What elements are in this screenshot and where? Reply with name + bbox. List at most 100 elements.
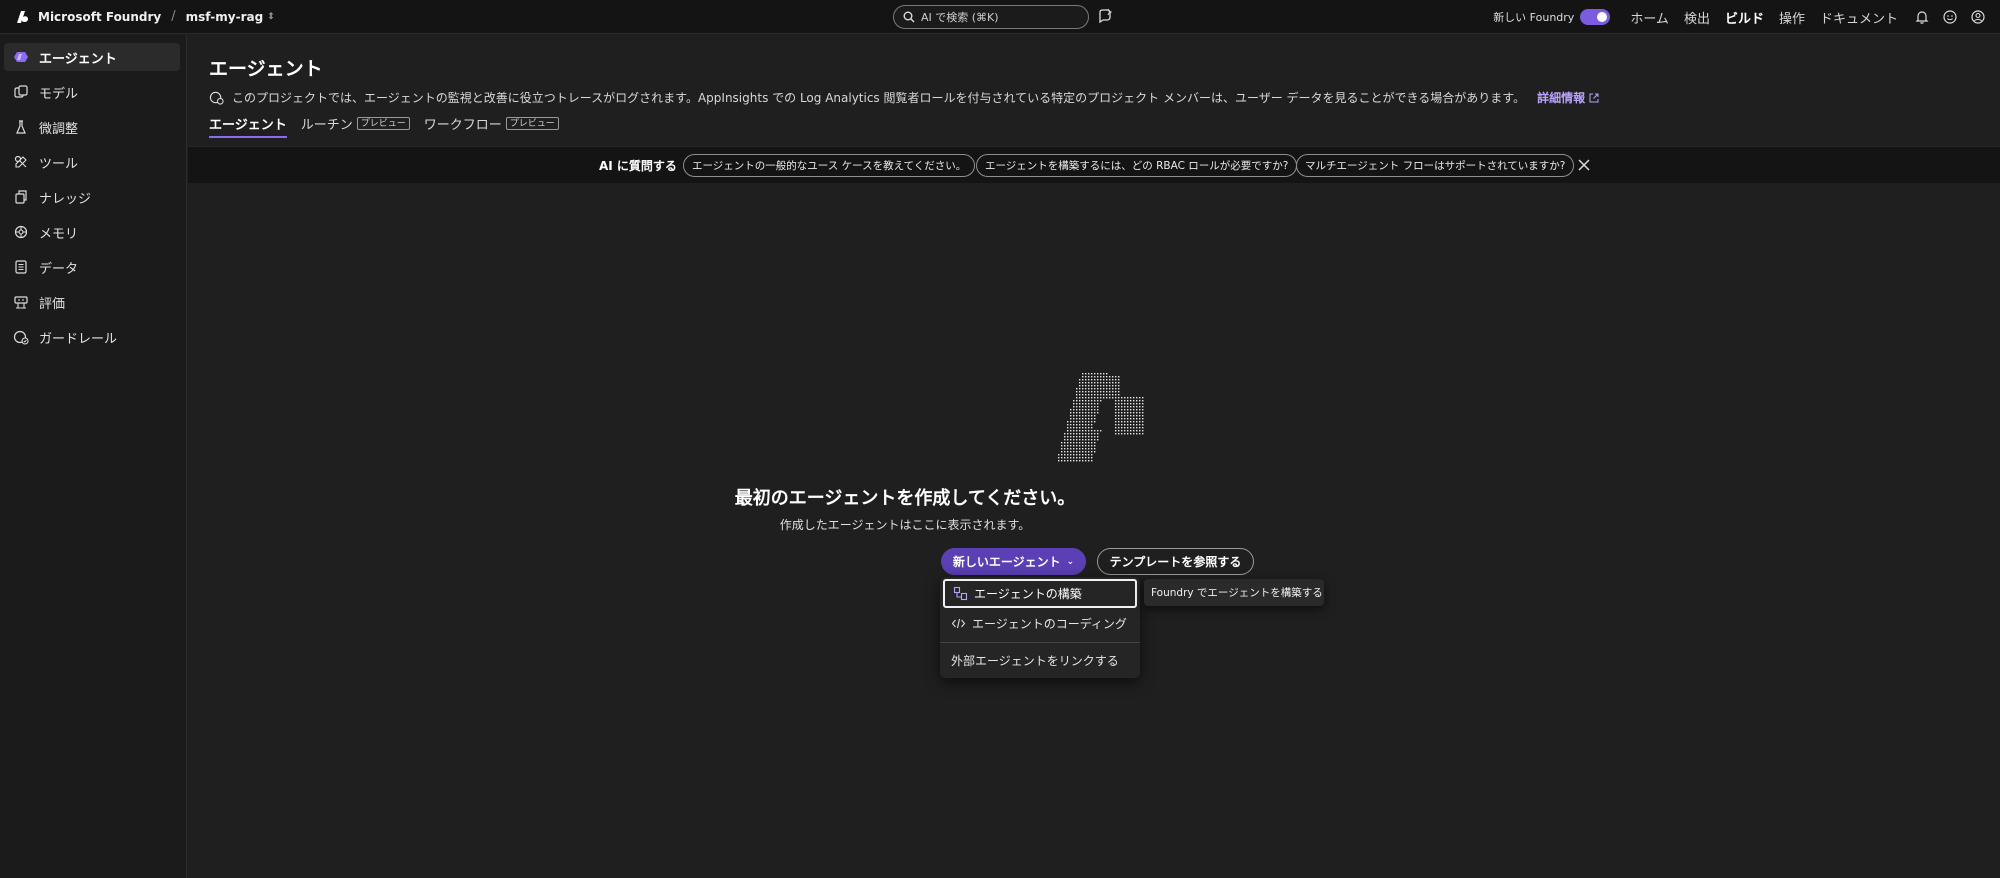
illustration-dot xyxy=(1082,421,1084,423)
bell-icon[interactable] xyxy=(1914,9,1930,25)
illustration-dot xyxy=(1139,418,1141,420)
illustration-dot xyxy=(1088,457,1090,459)
copilot-chat-icon[interactable] xyxy=(1096,7,1114,25)
illustration-dot xyxy=(1070,433,1072,435)
new-agent-button[interactable]: 新しいエージェント ⌄ xyxy=(941,548,1086,575)
agent-icon xyxy=(14,52,28,62)
illustration-dot xyxy=(1079,397,1081,399)
illustration-dot xyxy=(1073,406,1075,408)
menu-item-code-agent[interactable]: エージェントのコーディング xyxy=(943,609,1137,638)
sidebar-item-agents[interactable]: エージェント xyxy=(4,43,180,71)
sidebar: エージェント モデル 微調整 ツール ナレッジ メモリ データ 評価 ガードレー… xyxy=(0,35,187,878)
illustration-dot xyxy=(1094,451,1096,453)
tab-agents[interactable]: エージェント xyxy=(209,112,287,138)
sidebar-item-memory[interactable]: メモリ xyxy=(4,218,180,246)
nav-docs[interactable]: ドキュメント xyxy=(1820,8,1898,27)
project-selector[interactable]: msf-my-rag ⇕ xyxy=(186,10,275,24)
illustration-dot xyxy=(1082,397,1084,399)
tab-label: エージェント xyxy=(209,117,287,133)
illustration-dot xyxy=(1094,442,1096,444)
illustration-dot xyxy=(1088,397,1090,399)
illustration-dot xyxy=(1076,436,1078,438)
illustration-dot xyxy=(1076,445,1078,447)
guardrail-icon xyxy=(13,330,29,345)
sidebar-item-evaluation[interactable]: 評価 xyxy=(4,288,180,316)
illustration-dot xyxy=(1079,400,1081,402)
chevron-up-down-icon: ⇕ xyxy=(267,11,275,22)
illustration-dot xyxy=(1088,421,1090,423)
illustration-dot xyxy=(1094,373,1096,375)
illustration-dot xyxy=(1094,376,1096,378)
illustration-dot xyxy=(1097,406,1099,408)
illustration-dot xyxy=(1061,442,1063,444)
illustration-dot xyxy=(1118,430,1120,432)
suggestion-chip[interactable]: エージェントの一般的なユース ケースを教えてください。 xyxy=(683,154,976,177)
illustration-dot xyxy=(1088,448,1090,450)
illustration-dot xyxy=(1070,442,1072,444)
illustration-dot xyxy=(1136,427,1138,429)
illustration-dot xyxy=(1073,412,1075,414)
menu-item-link-external-agent[interactable]: 外部エージェントをリンクする xyxy=(943,646,1137,675)
illustration-dot xyxy=(1073,418,1075,420)
suggestion-chip[interactable]: マルチエージェント フローはサポートされていますか? xyxy=(1296,154,1575,177)
suggestion-chip[interactable]: エージェントを構築するには、どの RBAC ロールが必要ですか? xyxy=(976,154,1298,177)
nav-discover[interactable]: 検出 xyxy=(1684,8,1710,27)
illustration-dot xyxy=(1079,439,1081,441)
illustration-dot xyxy=(1130,406,1132,408)
sidebar-item-models[interactable]: モデル xyxy=(4,78,180,106)
nav-home[interactable]: ホーム xyxy=(1630,8,1669,27)
illustration-dot xyxy=(1064,445,1066,447)
illustration-dot xyxy=(1130,433,1132,435)
illustration-dot xyxy=(1100,385,1102,387)
illustration-dot xyxy=(1112,382,1114,384)
tab-routines[interactable]: ルーチン プレビュー xyxy=(301,112,410,134)
brand[interactable]: Microsoft Foundry xyxy=(14,9,161,25)
illustration-dot xyxy=(1070,457,1072,459)
illustration-dot xyxy=(1070,409,1072,411)
close-icon[interactable] xyxy=(1577,158,1591,172)
sidebar-item-fine-tuning[interactable]: 微調整 xyxy=(4,113,180,141)
illustration-dot xyxy=(1127,427,1129,429)
learn-more-link[interactable]: 詳細情報 xyxy=(1537,89,1585,106)
illustration-dot xyxy=(1085,382,1087,384)
account-icon[interactable] xyxy=(1970,9,1986,25)
feedback-smiley-icon[interactable] xyxy=(1942,9,1958,25)
illustration-dot xyxy=(1121,421,1123,423)
illustration-dot xyxy=(1139,406,1141,408)
browse-templates-button[interactable]: テンプレートを参照する xyxy=(1097,548,1254,575)
illustration-dot xyxy=(1094,430,1096,432)
illustration-dot xyxy=(1079,388,1081,390)
toggle-knob xyxy=(1597,12,1608,22)
new-foundry-toggle[interactable] xyxy=(1580,9,1611,25)
sidebar-item-data[interactable]: データ xyxy=(4,253,180,281)
illustration-dot xyxy=(1106,379,1108,381)
illustration-dot xyxy=(1091,454,1093,456)
illustration-dot xyxy=(1082,430,1084,432)
illustration-dot xyxy=(1109,394,1111,396)
menu-item-build-agent[interactable]: エージェントの構築 xyxy=(943,579,1137,608)
sidebar-item-knowledge[interactable]: ナレッジ xyxy=(4,183,180,211)
illustration-dot xyxy=(1121,403,1123,405)
illustration-dot xyxy=(1079,415,1081,417)
illustration-dot xyxy=(1118,382,1120,384)
illustration-dot xyxy=(1139,427,1141,429)
illustration-dot xyxy=(1118,403,1120,405)
illustration-dot xyxy=(1097,439,1099,441)
nav-build[interactable]: ビルド xyxy=(1725,8,1764,27)
nav-operate[interactable]: 操作 xyxy=(1779,8,1805,27)
illustration-dot xyxy=(1103,382,1105,384)
illustration-dot xyxy=(1091,379,1093,381)
tab-workflows[interactable]: ワークフロー プレビュー xyxy=(424,112,559,134)
illustration-dot xyxy=(1100,391,1102,393)
sidebar-item-guardrails[interactable]: ガードレール xyxy=(4,323,180,351)
illustration-dot xyxy=(1073,403,1075,405)
illustration-dot xyxy=(1115,430,1117,432)
illustration-dot xyxy=(1121,433,1123,435)
sidebar-item-label: メモリ xyxy=(39,226,79,242)
illustration-dot xyxy=(1088,409,1090,411)
sidebar-item-tools[interactable]: ツール xyxy=(4,148,180,176)
search-input[interactable]: AI で検索 (⌘K) xyxy=(893,5,1089,29)
tab-list: エージェント ルーチン プレビュー ワークフロー プレビュー xyxy=(209,112,573,138)
illustration-dot xyxy=(1076,433,1078,435)
illustration-dot xyxy=(1076,448,1078,450)
